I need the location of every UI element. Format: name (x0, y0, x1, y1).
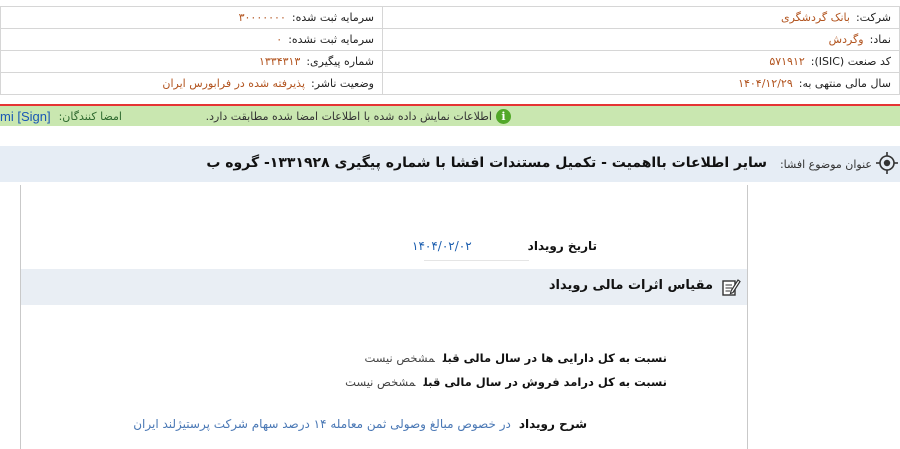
isic-value: ۵۷۱۹۱۲ (769, 55, 805, 68)
target-icon (876, 152, 898, 174)
ratio-assets-label: نسبت به کل دارایی ها در سال مالی قبل (442, 351, 667, 365)
financial-effects-header: مقیاس اثرات مالی رویداد (21, 269, 747, 305)
event-description-label: شرح رویداد (518, 417, 587, 431)
subject-label: عنوان موضوع افشا: (779, 158, 872, 171)
company-value: بانک گردشگری (780, 11, 850, 24)
publisher-cell: وضعیت ناشر: پذیرفته شده در فرابورس ایران (0, 72, 383, 95)
fiscal-label: سال مالی منتهی به: (798, 77, 891, 90)
registered-capital-value: ۳۰۰۰۰۰۰۰ (238, 11, 286, 24)
info-row: سال مالی منتهی به: ۱۴۰۴/۱۲/۲۹ وضعیت ناشر:… (0, 72, 900, 95)
signature-message-text: اطلاعات نمایش داده شده با اطلاعات امضا ش… (205, 109, 492, 123)
signature-bar: i اطلاعات نمایش داده شده با اطلاعات امضا… (0, 104, 900, 126)
ratio-revenue-label: نسبت به کل درامد فروش در سال مالی قبل (423, 375, 667, 389)
symbol-label: نماد: (869, 33, 891, 46)
signature-match-message: i اطلاعات نمایش داده شده با اطلاعات امضا… (206, 106, 511, 126)
event-date-value: ۱۴۰۴/۰۲/۰۲ (412, 239, 472, 253)
ratio-assets-row: نسبت به کل دارایی ها در سال مالی قبل مشخص… (364, 351, 667, 365)
ratio-assets-value: مشخص نیست (364, 351, 435, 365)
registered-capital-cell: سرمایه ثبت شده: ۳۰۰۰۰۰۰۰ (0, 6, 383, 29)
tracking-cell: شماره پیگیری: ۱۳۳۴۳۱۳ (0, 50, 383, 73)
date-underline (424, 260, 529, 261)
isic-cell: کد صنعت (ISIC): ۵۷۱۹۱۲ (382, 50, 900, 73)
event-description-value: در خصوص مبالغ وصولی ثمن معامله ۱۴ درصد س… (133, 417, 511, 431)
symbol-cell: نماد: وگردش (382, 28, 900, 51)
tracking-value: ۱۳۳۴۳۱۳ (258, 55, 301, 68)
company-label: شرکت: (855, 11, 891, 24)
publisher-value: پذیرفته شده در فرابورس ایران (162, 77, 306, 90)
subject-bar: عنوان موضوع افشا: سایر اطلاعات بااهمیت -… (0, 146, 900, 182)
fiscal-cell: سال مالی منتهی به: ۱۴۰۴/۱۲/۲۹ (382, 72, 900, 95)
event-description-row: شرح رویداد در خصوص مبالغ وصولی ثمن معامله… (133, 417, 587, 431)
info-row: نماد: وگردش سرمایه ثبت نشده: ۰ (0, 28, 900, 51)
page-title: سایر اطلاعات بااهمیت - تکمیل مستندات افش… (206, 155, 767, 171)
unregistered-capital-label: سرمایه ثبت نشده: (288, 33, 374, 46)
edit-note-icon (722, 279, 741, 296)
unregistered-capital-cell: سرمایه ثبت نشده: ۰ (0, 28, 383, 51)
event-date-row: تاریخ رویداد ۱۴۰۴/۰۲/۰۲ (412, 239, 597, 253)
event-content: تاریخ رویداد ۱۴۰۴/۰۲/۰۲ مقیاس اثرات مالی … (20, 185, 748, 449)
publisher-label: وضعیت ناشر: (311, 77, 374, 90)
signers-label: امضا کنندگان: (58, 109, 122, 123)
symbol-value: وگردش (828, 33, 864, 46)
signers: امضا کنندگان: mi [Sign] (0, 106, 122, 126)
financial-effects-title: مقیاس اثرات مالی رویداد (548, 278, 713, 293)
ratio-revenue-value: مشخص نیست (345, 375, 416, 389)
company-cell: شرکت: بانک گردشگری (382, 6, 900, 29)
signers-link[interactable]: mi [Sign] (0, 109, 51, 124)
ratio-revenue-row: نسبت به کل درامد فروش در سال مالی قبل مشخ… (345, 375, 667, 389)
unregistered-capital-value: ۰ (276, 33, 283, 46)
isic-label: کد صنعت (ISIC): (810, 55, 891, 68)
event-date-label: تاریخ رویداد (527, 239, 597, 253)
fiscal-value: ۱۴۰۴/۱۲/۲۹ (738, 77, 793, 90)
tracking-label: شماره پیگیری: (306, 55, 374, 68)
info-row: شرکت: بانک گردشگری سرمایه ثبت شده: ۳۰۰۰۰۰۰… (0, 6, 900, 29)
info-row: کد صنعت (ISIC): ۵۷۱۹۱۲ شماره پیگیری: ۱۳۳۴۳… (0, 50, 900, 73)
check-info-icon: i (496, 108, 511, 124)
registered-capital-label: سرمایه ثبت شده: (291, 11, 374, 24)
company-info-table: شرکت: بانک گردشگری سرمایه ثبت شده: ۳۰۰۰۰۰۰… (0, 6, 900, 95)
